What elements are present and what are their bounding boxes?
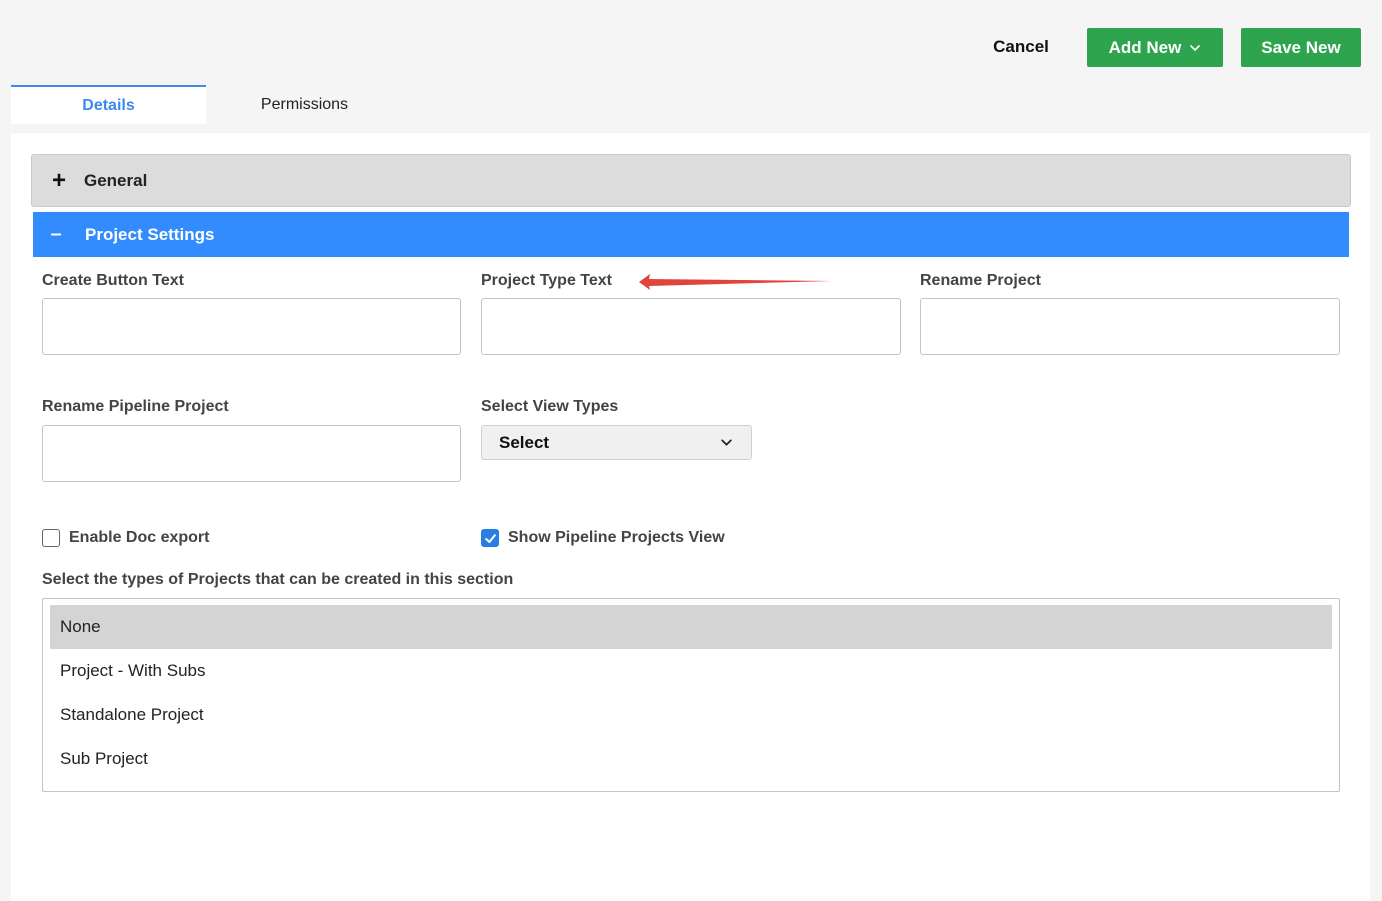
add-new-button[interactable]: Add New bbox=[1087, 28, 1223, 67]
annotation-arrow-icon bbox=[639, 274, 832, 290]
list-item[interactable]: Project - With Subs bbox=[50, 649, 1332, 693]
accordion-general-title: General bbox=[84, 170, 148, 190]
select-view-types-dropdown[interactable]: Select bbox=[481, 425, 752, 460]
create-button-text-label: Create Button Text bbox=[42, 272, 184, 289]
rename-pipeline-project-input[interactable] bbox=[42, 425, 461, 482]
cancel-button[interactable]: Cancel bbox=[976, 28, 1066, 66]
rename-pipeline-project-label: Rename Pipeline Project bbox=[42, 398, 229, 415]
chevron-down-icon bbox=[721, 439, 732, 446]
tab-permissions[interactable]: Permissions bbox=[207, 85, 402, 124]
minus-icon: – bbox=[50, 223, 62, 245]
project-type-text-label: Project Type Text bbox=[481, 272, 612, 289]
show-pipeline-projects-view-checkbox[interactable] bbox=[481, 529, 499, 547]
project-types-label: Select the types of Projects that can be… bbox=[42, 571, 514, 588]
select-view-types-label: Select View Types bbox=[481, 398, 619, 415]
list-item[interactable]: Standalone Project bbox=[50, 693, 1332, 737]
accordion-general[interactable]: + General bbox=[31, 154, 1351, 207]
plus-icon: + bbox=[51, 166, 66, 194]
save-new-button[interactable]: Save New bbox=[1241, 28, 1361, 67]
add-new-label: Add New bbox=[1108, 37, 1182, 57]
rename-project-input[interactable] bbox=[920, 298, 1340, 355]
checkmark-icon bbox=[484, 533, 496, 543]
create-button-text-input[interactable] bbox=[42, 298, 461, 355]
list-item[interactable]: Sub Project bbox=[50, 737, 1332, 781]
chevron-down-icon bbox=[1190, 44, 1201, 51]
tab-details-label: Details bbox=[82, 96, 135, 114]
rename-project-label: Rename Project bbox=[920, 272, 1041, 289]
list-item[interactable]: None bbox=[50, 605, 1332, 649]
show-pipeline-projects-view-label: Show Pipeline Projects View bbox=[508, 529, 725, 546]
enable-doc-export-checkbox[interactable] bbox=[42, 529, 60, 547]
project-types-listbox[interactable]: None Project - With Subs Standalone Proj… bbox=[42, 598, 1340, 792]
project-type-text-input[interactable] bbox=[481, 298, 901, 355]
accordion-project-settings[interactable]: – Project Settings bbox=[33, 212, 1349, 257]
enable-doc-export-checkbox-row[interactable]: Enable Doc export bbox=[42, 529, 209, 547]
accordion-project-settings-title: Project Settings bbox=[85, 224, 215, 244]
tab-details[interactable]: Details bbox=[11, 85, 206, 124]
enable-doc-export-label: Enable Doc export bbox=[69, 529, 210, 546]
show-pipeline-projects-view-checkbox-row[interactable]: Show Pipeline Projects View bbox=[481, 529, 725, 547]
select-view-types-value: Select bbox=[499, 432, 550, 452]
tab-permissions-label: Permissions bbox=[260, 95, 349, 113]
